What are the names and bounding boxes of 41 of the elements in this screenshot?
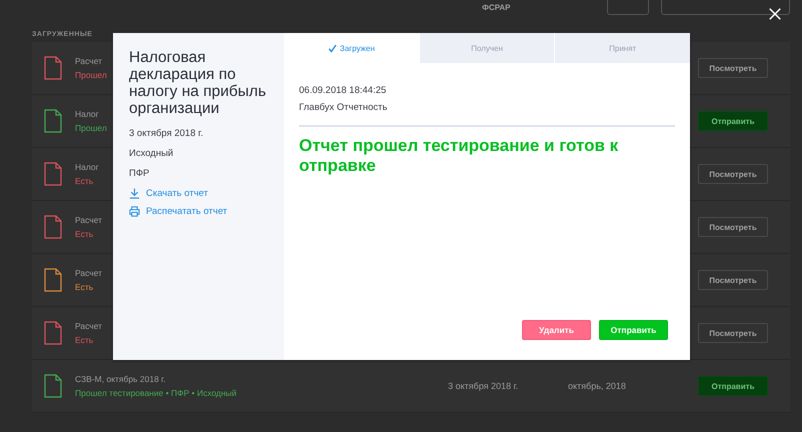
view-button[interactable]: Посмотреть <box>698 58 768 78</box>
author-name: Главбух Отчетность <box>299 102 388 113</box>
timestamp: 06.09.2018 18:44:25 <box>299 85 388 96</box>
agency-name: ПФР <box>129 168 150 179</box>
report-title: Расчет <box>75 56 102 66</box>
report-date: 3 октября 2018 г. <box>129 128 204 139</box>
report-title: Расчет <box>75 215 102 225</box>
action-link[interactable]: Распечатать отчет <box>146 206 228 217</box>
report-status: Есть <box>75 335 94 345</box>
delete-button[interactable]: Удалить <box>522 320 591 340</box>
download-icon <box>129 188 140 199</box>
report-date: 3 октября 2018 г. <box>448 381 518 391</box>
filter-label: ФСРАР <box>482 3 512 12</box>
printer-icon <box>129 206 140 217</box>
check-icon <box>328 44 337 52</box>
report-title: Расчет <box>75 321 102 331</box>
correction-type: Исходный <box>129 148 174 159</box>
send-button[interactable]: Отправить <box>698 376 768 396</box>
close-icon[interactable] <box>768 7 782 21</box>
report-title: Налог <box>75 162 99 172</box>
report-status: Есть <box>75 282 94 292</box>
report-status: Есть <box>75 176 94 186</box>
report-title: СЗВ-М, октябрь 2018 г. <box>75 374 166 384</box>
filter-field[interactable] <box>606 0 649 15</box>
report-status: Есть <box>75 229 94 239</box>
report-period: октябрь, 2018 <box>568 381 626 391</box>
view-button[interactable]: Посмотреть <box>698 270 768 290</box>
report-status: Прошел <box>75 70 107 80</box>
search-field[interactable] <box>660 0 790 15</box>
report-row[interactable]: СЗВ-М, октябрь 2018 г. Прошел тестирование • ПФР • Исходный 3 октября 2018 г. октябрь, 2018 Отправить <box>32 360 790 413</box>
status-message: Отчет прошел тестирование и готов к отправке <box>299 136 620 176</box>
report-status: Прошел <box>75 123 107 133</box>
view-button[interactable]: Посмотреть <box>698 323 768 343</box>
report-status: Прошел тестирование • ПФР • Исходный <box>75 388 237 398</box>
action-link[interactable]: Скачать отчет <box>146 188 208 199</box>
report-title: Налоговая декларация по налогу на прибыль организации <box>129 49 268 117</box>
view-button[interactable]: Посмотреть <box>698 164 768 184</box>
report-title: Налог <box>75 109 99 119</box>
send-button[interactable]: Отправить <box>698 111 768 131</box>
report-title: Расчет <box>75 268 102 278</box>
view-button[interactable]: Посмотреть <box>698 217 768 237</box>
